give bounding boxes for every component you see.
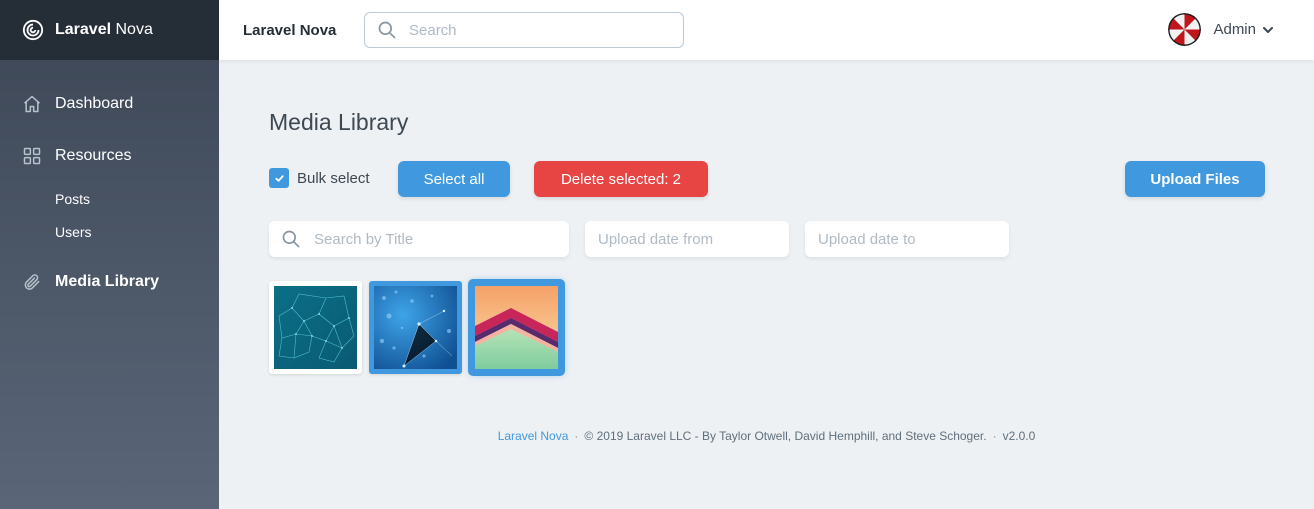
footer-link[interactable]: Laravel Nova	[498, 429, 569, 443]
umbrella-avatar-icon	[1168, 13, 1202, 46]
sidebar-item-media-library[interactable]: Media Library	[0, 270, 219, 294]
page-title: Media Library	[269, 109, 409, 135]
media-thumbnail[interactable]	[369, 281, 462, 374]
search-icon	[378, 21, 396, 39]
sidebar-item-resources[interactable]: Resources	[0, 144, 219, 168]
sidebar-nav: Dashboard Resources Posts Users Media Li…	[0, 60, 219, 294]
laravel-nova-logo-icon	[22, 19, 44, 41]
footer-copyright: © 2019 Laravel LLC - By Taylor Otwell, D…	[584, 429, 987, 443]
global-search[interactable]	[364, 12, 684, 48]
global-search-input[interactable]	[409, 21, 659, 39]
media-image	[374, 286, 457, 369]
bulk-select-checkbox[interactable]	[269, 168, 289, 188]
upload-date-to-field[interactable]	[805, 221, 1009, 257]
media-thumbnail[interactable]	[269, 281, 362, 374]
upload-date-from-field[interactable]	[585, 221, 789, 257]
topbar: Laravel Nova Admin	[219, 0, 1314, 60]
brand[interactable]: Laravel Nova	[0, 0, 219, 60]
sidebar: Laravel Nova Dashboard Resources Posts U…	[0, 0, 219, 509]
paperclip-icon	[24, 274, 40, 290]
delete-selected-button[interactable]: Delete selected: 2	[534, 161, 708, 197]
sidebar-item-label: Resources	[55, 147, 132, 164]
sidebar-item-posts[interactable]: Posts	[0, 189, 219, 209]
avatar	[1168, 13, 1202, 46]
checkmark-icon	[274, 174, 284, 182]
title-search-field[interactable]	[269, 221, 569, 257]
media-image	[475, 286, 558, 369]
media-thumbnail[interactable]	[470, 281, 563, 374]
user-name: Admin	[1213, 21, 1256, 38]
grid-icon	[23, 147, 41, 165]
title-search-input[interactable]	[314, 230, 554, 248]
search-icon	[282, 230, 300, 248]
select-all-button[interactable]: Select all	[398, 161, 510, 197]
upload-date-from-input[interactable]	[598, 230, 778, 248]
home-icon	[24, 95, 40, 113]
topbar-title[interactable]: Laravel Nova	[243, 22, 364, 39]
sidebar-item-dashboard[interactable]: Dashboard	[0, 92, 219, 116]
sidebar-item-label: Media Library	[55, 273, 160, 290]
chevron-down-icon	[1263, 26, 1273, 33]
sidebar-item-label: Dashboard	[55, 95, 134, 112]
upload-files-button[interactable]: Upload Files	[1125, 161, 1265, 197]
footer-version: v2.0.0	[1002, 429, 1036, 443]
user-menu[interactable]: Admin	[1168, 13, 1274, 46]
media-image	[274, 286, 357, 369]
bulk-select-label: Bulk select	[297, 169, 370, 187]
sidebar-item-users[interactable]: Users	[0, 222, 219, 242]
brand-name: Laravel Nova	[55, 21, 153, 38]
separator: ·	[574, 429, 579, 443]
footer: Laravel Nova · © 2019 Laravel LLC - By Tay…	[219, 429, 1314, 443]
upload-date-to-input[interactable]	[818, 230, 998, 248]
bulk-select-toggle[interactable]: Bulk select	[269, 168, 370, 188]
separator: ·	[992, 429, 997, 443]
